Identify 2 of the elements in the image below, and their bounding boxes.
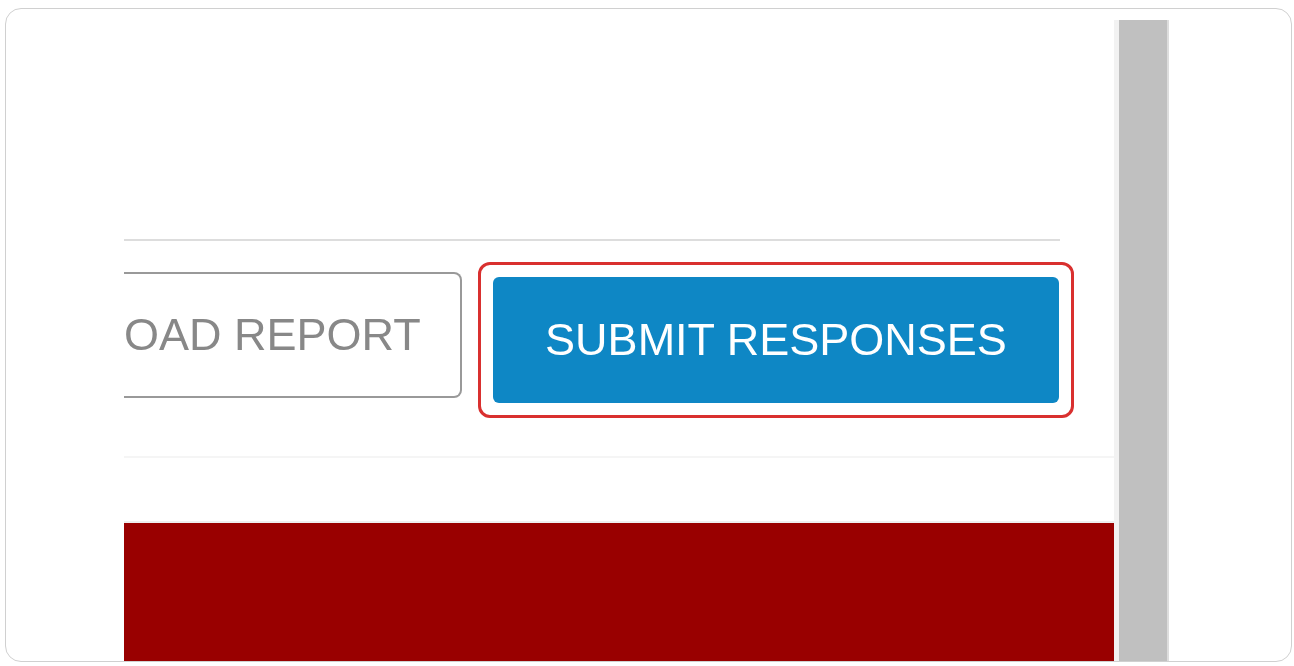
report-button[interactable]: OAD REPORT [124,272,462,398]
submit-button[interactable]: SUBMIT RESPONSES [493,277,1059,403]
